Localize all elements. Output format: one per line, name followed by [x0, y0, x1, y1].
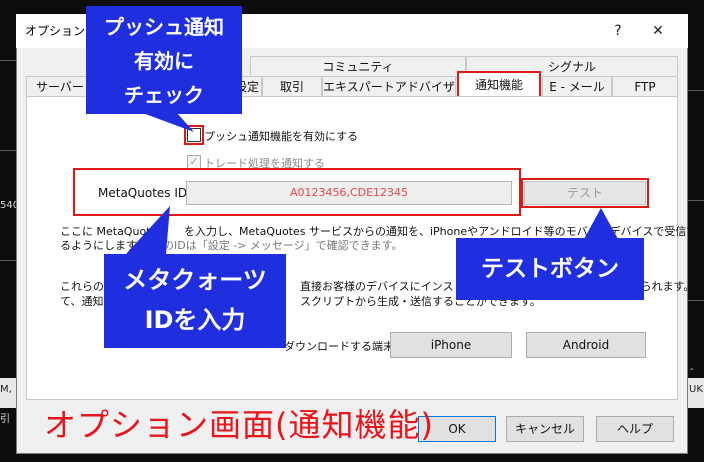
push-callout-line: プッシュ通知: [104, 15, 224, 39]
tab-expert-advisors[interactable]: エキスパートアドバイザ: [322, 76, 456, 98]
chart-gridline: [0, 150, 16, 151]
tab-community[interactable]: コミュニティ: [250, 56, 466, 78]
push-callout-pointer: [140, 112, 194, 132]
tab-email[interactable]: E - メール: [542, 76, 612, 98]
test-callout-pointer: [584, 208, 618, 239]
metaquotes-callout-line: IDを入力: [144, 306, 246, 334]
tab-label: 引: [0, 414, 10, 425]
metaquotes-callout-pointer: [126, 206, 170, 254]
tab-server[interactable]: サーバー: [26, 76, 94, 98]
symbol-label: UK: [689, 384, 703, 395]
push-callout-line: 有効に: [134, 49, 194, 73]
close-icon[interactable]: ✕: [638, 16, 678, 46]
notifications-tab-highlight: [457, 71, 541, 99]
price-label: -: [690, 364, 694, 375]
cancel-button[interactable]: キャンセル: [506, 416, 584, 442]
test-callout: テストボタン: [456, 238, 644, 300]
screen-caption: オプション画面(通知機能): [44, 406, 434, 444]
description-text: て、通知: [60, 295, 104, 308]
push-callout-line: チェック: [124, 83, 204, 107]
help-button[interactable]: ヘルプ: [596, 416, 674, 442]
chart-gridline: [0, 260, 16, 261]
iphone-button[interactable]: iPhone: [390, 332, 512, 358]
chart-gridline: [688, 300, 704, 301]
notify-trade-checkbox[interactable]: ✓: [187, 155, 201, 169]
description-text: これらの: [60, 280, 104, 293]
chart-gridline: [688, 200, 704, 201]
metaquotes-callout: メタクォーツ IDを入力: [104, 254, 286, 348]
tab-trade[interactable]: 取引: [262, 76, 322, 98]
metaquotes-callout-line: メタクォーツ: [123, 266, 267, 294]
tab-ftp[interactable]: FTP: [612, 76, 678, 98]
test-button-highlight: [521, 178, 649, 208]
symbol-label: M,: [0, 384, 12, 395]
download-label: ダウンロードする端末:: [284, 340, 398, 353]
enable-push-label: プッシュ通知機能を有効にする: [204, 130, 359, 143]
chart-gridline: [688, 90, 704, 91]
chart-gridline: [0, 60, 16, 61]
help-icon[interactable]: ?: [598, 16, 638, 46]
description-text: このIDは「設定 -> メッセージ」で確認できます。: [152, 239, 403, 252]
push-callout: プッシュ通知 有効に チェック: [86, 6, 242, 114]
android-button[interactable]: Android: [526, 332, 646, 358]
dialog-title: オプション: [25, 24, 86, 38]
